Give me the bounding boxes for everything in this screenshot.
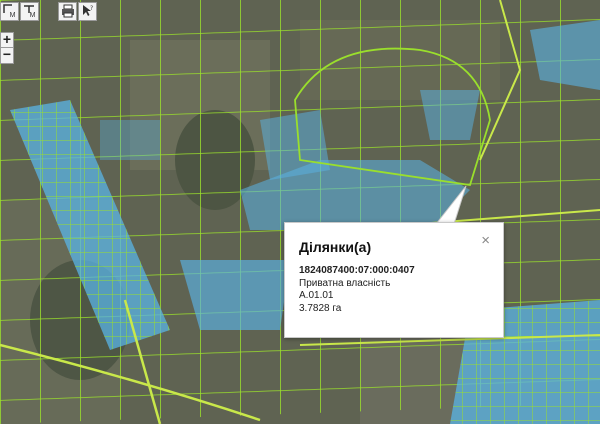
measure-distance-label: M bbox=[29, 12, 36, 19]
map-toolbar: M M ? bbox=[0, 2, 97, 21]
zoom-control: + − bbox=[0, 32, 14, 64]
close-icon[interactable]: × bbox=[481, 233, 490, 248]
cadastral-number: 1824087400:07:000:0407 bbox=[299, 265, 415, 276]
measure-area-button[interactable]: M bbox=[0, 2, 19, 21]
zoom-out-button[interactable]: − bbox=[0, 47, 14, 64]
cursor-question-icon: ? bbox=[83, 5, 93, 16]
identify-button[interactable]: ? bbox=[78, 2, 97, 21]
svg-text:?: ? bbox=[90, 5, 93, 12]
measure-distance-button[interactable]: M bbox=[20, 2, 39, 21]
popup-pointer bbox=[434, 185, 467, 225]
printer-icon bbox=[62, 4, 74, 18]
purpose-code: A.01.01 bbox=[299, 290, 334, 301]
print-button[interactable] bbox=[58, 2, 77, 21]
parcel-area: 3.7828 га bbox=[299, 302, 342, 314]
popup-title: Ділянки(а) bbox=[299, 239, 372, 255]
ownership-type: Приватна власність bbox=[299, 277, 391, 289]
satellite-map[interactable] bbox=[0, 0, 600, 424]
measure-area-label: M bbox=[9, 12, 16, 19]
parcel-info-popup: Ділянки(а) × 1824087400:07:000:0407 Прив… bbox=[284, 222, 504, 338]
